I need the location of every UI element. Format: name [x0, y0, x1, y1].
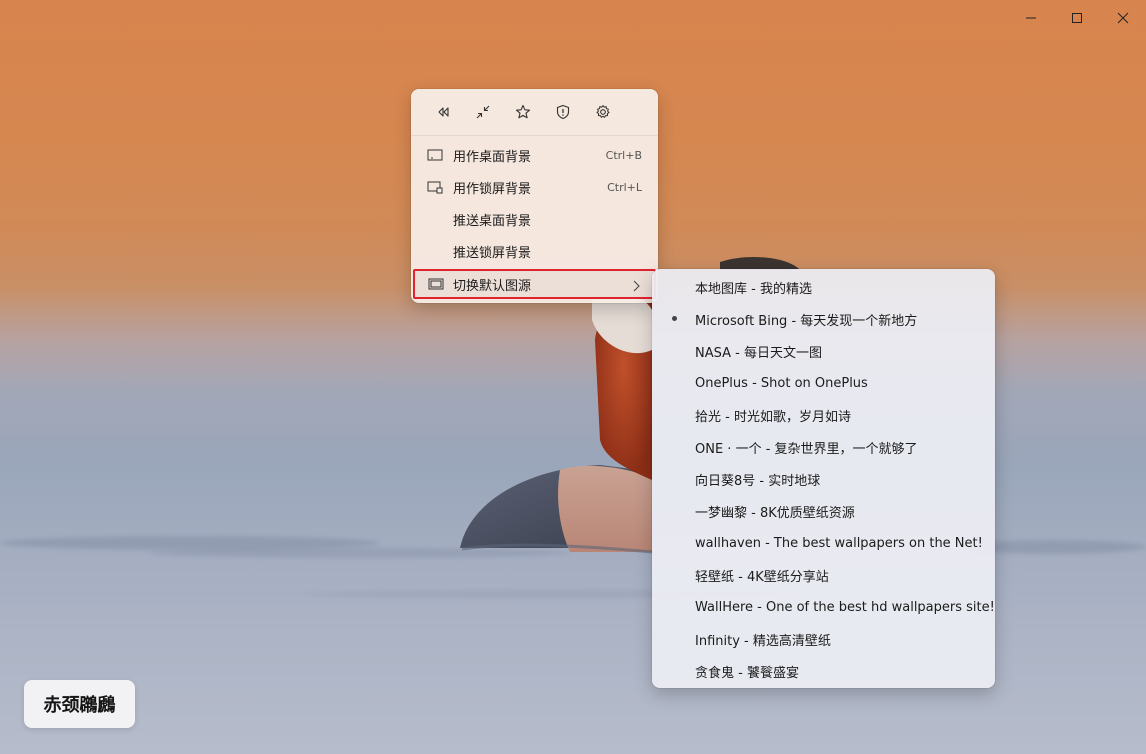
source-item[interactable]: 拾光 - 时光如歌，岁月如诗: [656, 399, 991, 431]
source-label: 轻壁纸 - 4K壁纸分享站: [695, 569, 829, 585]
close-button[interactable]: [1100, 0, 1146, 36]
source-label: NASA - 每日天文一图: [695, 345, 822, 361]
close-icon: [1117, 12, 1129, 24]
rewind-button[interactable]: [423, 96, 463, 128]
menu-item-push-lockscreen[interactable]: 推送锁屏背景: [415, 236, 654, 266]
source-item[interactable]: OnePlus - Shot on OnePlus: [656, 367, 991, 399]
desktop-icon: [425, 148, 445, 162]
source-item[interactable]: NASA - 每日天文一图: [656, 335, 991, 367]
menu-item-set-desktop[interactable]: 用作桌面背景 Ctrl+B: [415, 140, 654, 170]
minimize-button[interactable]: [1008, 0, 1054, 36]
menu-item-label: 用作锁屏背景: [453, 181, 532, 197]
menu-item-label: 推送锁屏背景: [453, 245, 532, 261]
menu-item-label: 推送桌面背景: [453, 213, 532, 229]
lockscreen-icon: [425, 180, 445, 194]
star-icon: [515, 104, 531, 119]
source-item[interactable]: 本地图库 - 我的精选: [656, 271, 991, 303]
source-item[interactable]: 轻壁纸 - 4K壁纸分享站: [656, 559, 991, 591]
menu-item-label: 用作桌面背景: [453, 149, 532, 165]
image-title-caption: 赤颈鸊鷉: [24, 680, 135, 728]
menu-toolbar: [411, 89, 658, 136]
minimize-icon: [1026, 17, 1036, 19]
source-item-selected[interactable]: Microsoft Bing - 每天发现一个新地方: [656, 303, 991, 335]
menu-item-push-desktop[interactable]: 推送桌面背景: [415, 204, 654, 234]
gallery-icon: [426, 277, 446, 291]
source-label: 本地图库 - 我的精选: [695, 281, 812, 297]
source-label: Microsoft Bing - 每天发现一个新地方: [695, 313, 918, 329]
source-item[interactable]: 贪食鬼 - 饕餮盛宴: [656, 655, 991, 687]
source-label: 拾光 - 时光如歌，岁月如诗: [695, 409, 851, 425]
shortcut-label: Ctrl+B: [605, 148, 642, 162]
favorite-button[interactable]: [503, 96, 543, 128]
source-label: 贪食鬼 - 饕餮盛宴: [695, 665, 799, 681]
menu-item-switch-source[interactable]: 切换默认图源: [413, 269, 656, 299]
menu-item-set-lockscreen[interactable]: 用作锁屏背景 Ctrl+L: [415, 172, 654, 202]
source-item[interactable]: wallhaven - The best wallpapers on the N…: [656, 527, 991, 559]
maximize-icon: [1072, 13, 1082, 23]
rewind-icon: [438, 107, 449, 117]
caption-text: 赤颈鸊鷉: [43, 695, 116, 716]
source-label: 一梦幽黎 - 8K优质壁纸资源: [695, 505, 855, 521]
source-item[interactable]: ONE · 一个 - 复杂世界里，一个就够了: [656, 431, 991, 463]
source-label: OnePlus - Shot on OnePlus: [695, 375, 868, 391]
source-label: wallhaven - The best wallpapers on the N…: [695, 535, 983, 551]
source-item[interactable]: WallHere - One of the best hd wallpapers…: [656, 591, 995, 623]
gear-icon: [596, 105, 610, 118]
settings-button[interactable]: [583, 96, 623, 128]
image-source-submenu: 本地图库 - 我的精选 Microsoft Bing - 每天发现一个新地方 N…: [652, 269, 995, 688]
source-item[interactable]: Infinity - 精选高清壁纸: [656, 623, 991, 655]
context-menu: 用作桌面背景 Ctrl+B 用作锁屏背景 Ctrl+L 推送桌面背景 推送锁屏背…: [411, 89, 658, 303]
menu-item-label: 切换默认图源: [453, 278, 532, 294]
source-label: ONE · 一个 - 复杂世界里，一个就够了: [695, 441, 918, 457]
shield-icon: [556, 104, 570, 120]
source-item[interactable]: 向日葵8号 - 实时地球: [656, 463, 991, 495]
source-label: Infinity - 精选高清壁纸: [695, 633, 831, 649]
collapse-button[interactable]: [463, 96, 503, 128]
source-label: WallHere - One of the best hd wallpapers…: [695, 599, 995, 615]
chevron-right-icon: [633, 280, 640, 292]
window-controls: [1008, 0, 1146, 36]
source-label: 向日葵8号 - 实时地球: [695, 473, 821, 489]
safety-button[interactable]: [543, 96, 583, 128]
selected-bullet-icon: [672, 316, 677, 321]
collapse-icon: [476, 105, 490, 119]
shortcut-label: Ctrl+L: [607, 180, 642, 194]
maximize-button[interactable]: [1054, 0, 1100, 36]
source-item[interactable]: 一梦幽黎 - 8K优质壁纸资源: [656, 495, 991, 527]
